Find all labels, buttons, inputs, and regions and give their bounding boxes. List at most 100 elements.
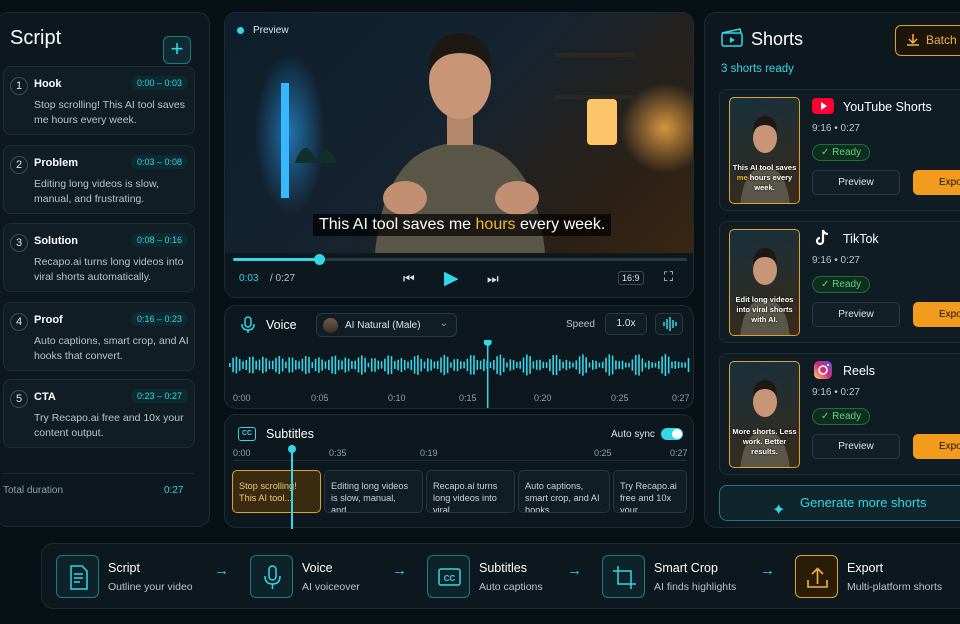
short-thumbnail[interactable]: This AI tool saves me hours every week. [729, 97, 800, 204]
shorts-ready-count: 3 shorts ready [721, 63, 794, 75]
export-button[interactable]: Export [913, 302, 960, 327]
batch-button[interactable]: Batch [895, 25, 960, 56]
waveform-bar [559, 359, 561, 371]
waveform-bar [440, 357, 442, 373]
aspect-ratio-button[interactable]: 16:9 [618, 271, 644, 285]
progress-bar[interactable] [233, 254, 687, 265]
auto-sync-toggle[interactable] [661, 428, 683, 440]
subtitle-clip[interactable]: Try Recapo.ai free and 10x your... [613, 470, 687, 513]
subtitle-clip[interactable]: Recapo.ai turns long videos into viral..… [426, 470, 515, 513]
progress-handle[interactable] [314, 254, 326, 265]
waveform-bar [549, 359, 551, 372]
video-frame[interactable]: Preview This AI tool saves me hours ever… [225, 13, 693, 253]
preview-button[interactable]: Preview [812, 302, 900, 327]
waveform-bar [568, 361, 571, 369]
script-segment-solution[interactable]: 3 Solution 0:08 – 0:16 Recapo.ai turns l… [3, 223, 195, 292]
script-segment-proof[interactable]: 4 Proof 0:16 – 0:23 Auto captions, smart… [3, 302, 195, 371]
subtitle-playhead[interactable] [288, 445, 296, 529]
waveform-bar [598, 362, 601, 368]
waveform-bar [255, 360, 257, 370]
step-subtitle: AI voiceover [302, 581, 360, 593]
waveform-bar [321, 359, 323, 371]
arrow-right-icon: → [567, 562, 582, 579]
short-card-youtube[interactable]: This AI tool saves me hours every week. … [719, 89, 960, 211]
short-thumbnail[interactable]: Edit long videos into viral shorts with … [729, 229, 800, 336]
thumbnail-caption: Edit long videos into viral shorts with … [735, 295, 794, 324]
voice-playhead-handle[interactable] [483, 340, 492, 346]
waveform-bar [535, 360, 538, 370]
skip-back-icon[interactable]: ⏮ [403, 271, 415, 287]
waveform-bar [641, 358, 644, 372]
instagram-logo [814, 361, 832, 379]
waveform-bar [575, 360, 578, 370]
short-thumbnail[interactable]: More shorts. Less work. Better results. [729, 361, 800, 468]
waveform-bar [529, 356, 531, 374]
step-subtitle: Outline your video [108, 581, 193, 593]
waveform-bar [400, 358, 403, 372]
segment-text: Stop scrolling! This AI tool saves me ho… [34, 99, 185, 126]
short-card-tiktok[interactable]: Edit long videos into viral shorts with … [719, 221, 960, 343]
skip-forward-icon[interactable]: ⏭ [487, 271, 499, 287]
waveform-bar [595, 360, 597, 369]
subtitle-tick-label: 0:19 [420, 448, 438, 458]
document-icon [56, 555, 99, 598]
step-title: Smart Crop [654, 561, 718, 575]
waveform-bar [681, 362, 683, 368]
speed-label: Speed [566, 319, 595, 330]
waveform-bar [625, 362, 627, 368]
waveform-bar [611, 355, 614, 375]
status-badge: ✓ Ready [812, 276, 871, 293]
waveform-bar [592, 360, 594, 370]
add-segment-button[interactable]: + [163, 36, 191, 64]
segment-number: 1 [10, 77, 28, 95]
generate-more-shorts-button[interactable]: ✦ Generate more shorts [719, 485, 960, 521]
platform-name: TikTok [843, 232, 879, 246]
segment-time: 0:00 – 0:03 [130, 76, 188, 90]
waveform-bar [235, 356, 238, 374]
fullscreen-icon[interactable]: ⛶ [664, 269, 673, 285]
export-button[interactable]: Export [913, 434, 960, 459]
waveform-bar [285, 361, 287, 369]
preview-label: Preview [253, 25, 289, 36]
download-icon [907, 34, 919, 46]
divider [3, 473, 195, 474]
voice-select[interactable]: AI Natural (Male) ⌄ [316, 313, 457, 337]
waveform-bar [582, 354, 584, 376]
voice-tick-label: 0:00 [233, 393, 251, 403]
waveform-bar [512, 360, 515, 370]
platform-name: Reels [843, 364, 875, 378]
preview-button[interactable]: Preview [812, 170, 900, 195]
script-segment-problem[interactable]: 2 Problem 0:03 – 0:08 Editing long video… [3, 145, 195, 214]
current-time: 0:03 [239, 273, 259, 284]
play-icon[interactable]: ▶ [444, 267, 459, 290]
subtitle-clip[interactable]: Auto captions, smart crop, and AI hooks.… [518, 470, 610, 513]
export-button[interactable]: Export [913, 170, 960, 195]
subtitle-tick-label: 0:27 [670, 448, 688, 458]
total-duration-label: Total duration [3, 485, 64, 496]
waveform-bar [618, 361, 620, 369]
subtitle-clip[interactable]: Stop scrolling! This AI tool... [232, 470, 321, 513]
waveform-bar [394, 361, 396, 369]
subtitle-clip[interactable]: Editing long videos is slow, manual, and… [324, 470, 423, 513]
short-card-reels[interactable]: More shorts. Less work. Better results. … [719, 353, 960, 475]
waveform-bar [476, 360, 479, 370]
waveform-bar [552, 355, 554, 375]
script-segment-cta[interactable]: 5 CTA 0:23 – 0:27 Try Recapo.ai free and… [3, 379, 195, 448]
preview-button[interactable]: Preview [812, 434, 900, 459]
waveform-button[interactable] [655, 313, 683, 335]
generate-label: Generate more shorts [800, 495, 927, 510]
waveform-bar [499, 354, 502, 376]
waveform-bar [489, 362, 492, 368]
step-subtitle: Auto captions [479, 581, 543, 593]
script-segment-hook[interactable]: 1 Hook 0:00 – 0:03 Stop scrolling! This … [3, 66, 195, 135]
waveform-bar [268, 360, 271, 370]
waveform-bar [506, 362, 508, 368]
voice-tick-label: 0:05 [311, 393, 329, 403]
waveform-bar [479, 360, 482, 370]
waveform-bar [473, 355, 475, 375]
waveform-bar [634, 355, 637, 375]
speed-select[interactable]: 1.0x [605, 313, 647, 335]
workflow-bar: Script Outline your video → Voice AI voi… [41, 543, 960, 609]
waveform-bar [275, 357, 277, 373]
arrow-right-icon: → [760, 562, 775, 579]
